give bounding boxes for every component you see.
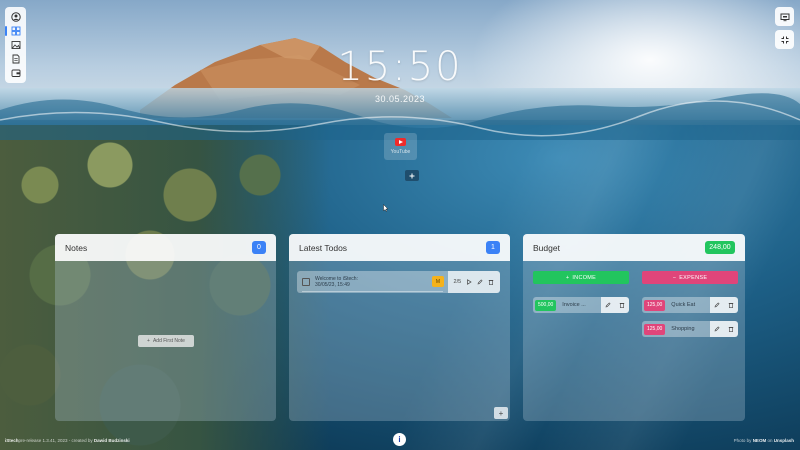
trash-icon[interactable] — [728, 326, 734, 332]
edit-icon[interactable] — [477, 279, 483, 285]
add-expense-button[interactable]: − EXPENSE — [642, 271, 738, 284]
expense-entry[interactable]: 125,00 Quick Eat — [642, 297, 738, 313]
photographer-link[interactable]: NEOM — [753, 438, 767, 443]
sidebar-item-gallery[interactable] — [5, 38, 26, 52]
budget-header: Budget 248,00 — [523, 234, 745, 261]
todo-text: Welcome to iStech: 30/05/23, 15:49 — [315, 276, 358, 289]
photo-site-prefix: on — [767, 438, 773, 443]
sidebar-item-dashboard[interactable] — [5, 24, 26, 38]
expense-entry-body: 125,00 Shopping — [642, 321, 710, 337]
sidebar — [5, 7, 26, 83]
shortcut-youtube[interactable]: YouTube — [384, 133, 417, 160]
expense-name: Quick Eat — [671, 302, 696, 308]
add-first-note-button[interactable]: + Add First Note — [138, 335, 194, 347]
trash-icon[interactable] — [619, 302, 625, 308]
todo-checkbox[interactable] — [302, 278, 310, 286]
todo-actions: 2/5 — [448, 271, 500, 293]
app-logo-glyph: i — [398, 435, 401, 444]
play-icon[interactable] — [466, 279, 472, 285]
add-note-label: Add First Note — [152, 338, 185, 344]
app-logo[interactable]: i — [393, 433, 406, 446]
fullscreen-icon — [781, 36, 788, 43]
photo-credits: Photo by NEOM on Unsplash — [734, 438, 794, 443]
todos-header: Latest Todos 1 — [289, 234, 510, 261]
footer-year: , 2023 - created by — [55, 438, 93, 443]
footer-version: pre-release 1.3.41 — [18, 438, 56, 443]
image-icon — [11, 41, 20, 49]
minus-icon: − — [672, 274, 677, 281]
todo-priority-badge: M — [432, 276, 444, 287]
edit-icon[interactable] — [714, 326, 720, 332]
todo-text-line2: 30/05/23, 15:49 — [315, 282, 350, 288]
income-entry-body: 500,00 Invoice ... — [533, 297, 601, 313]
clock-time: 15:50 — [337, 44, 463, 90]
footer-author-link[interactable]: Dawid Budzinski — [94, 438, 130, 443]
plus-icon: + — [498, 408, 504, 418]
footer-credits: iStechpre-release 1.3.41, 2023 - created… — [5, 438, 130, 443]
dashboard-icon — [11, 26, 20, 36]
income-amount: 500,00 — [535, 299, 557, 311]
add-todo-button[interactable]: + — [494, 407, 508, 419]
fullscreen-button[interactable] — [775, 30, 794, 49]
todos-panel: Latest Todos 1 Welcome to iStech: 30/05/… — [289, 234, 510, 421]
document-icon — [12, 54, 19, 64]
notes-panel: Notes 0 + Add First Note — [55, 234, 276, 421]
budget-title: Budget — [533, 242, 560, 253]
expense-entry-body: 125,00 Quick Eat — [642, 297, 710, 313]
user-circle-icon — [10, 12, 21, 22]
photo-site-link[interactable]: Unsplash — [774, 438, 794, 443]
income-label: INCOME — [572, 274, 597, 281]
todo-item[interactable]: Welcome to iStech: 30/05/23, 15:49 M 2/5 — [297, 271, 502, 293]
screen-button[interactable] — [775, 7, 794, 26]
notes-count-badge: 0 — [252, 241, 266, 254]
footer-app-name: iStech — [5, 438, 19, 443]
youtube-icon — [395, 138, 406, 146]
sidebar-item-wallet[interactable] — [5, 66, 26, 80]
todo-subtask-count: 2/5 — [453, 279, 462, 285]
screen-icon — [780, 13, 789, 21]
add-shortcut-button[interactable] — [405, 170, 419, 181]
add-income-button[interactable]: + INCOME — [533, 271, 629, 284]
income-name: Invoice ... — [562, 302, 586, 308]
expense-entry-actions — [710, 297, 738, 313]
todos-title: Latest Todos — [299, 242, 348, 253]
expense-entry[interactable]: 125,00 Shopping — [642, 321, 738, 337]
todo-item-body[interactable]: Welcome to iStech: 30/05/23, 15:49 M — [297, 271, 448, 293]
plus-icon: + — [565, 274, 570, 281]
plus-icon — [409, 173, 415, 178]
mouse-cursor-icon — [383, 204, 389, 212]
income-entry[interactable]: 500,00 Invoice ... — [533, 297, 629, 313]
income-entry-actions — [601, 297, 629, 313]
expense-name: Shopping — [671, 326, 695, 332]
edit-icon[interactable] — [605, 302, 611, 308]
expense-amount: 125,00 — [644, 323, 666, 335]
trash-icon[interactable] — [488, 279, 494, 285]
budget-panel: Budget 248,00 + INCOME − EXPENSE 500,00 … — [523, 234, 745, 421]
todos-count-badge: 1 — [486, 241, 500, 254]
photo-prefix: Photo by — [733, 438, 752, 443]
budget-total-badge: 248,00 — [705, 241, 735, 254]
sidebar-item-profile[interactable] — [5, 10, 26, 24]
edit-icon[interactable] — [714, 302, 720, 308]
clock-date: 30.05.2023 — [374, 94, 426, 104]
wallet-icon — [11, 69, 20, 77]
trash-icon[interactable] — [728, 302, 734, 308]
sidebar-item-documents[interactable] — [5, 52, 26, 66]
todo-progress-track — [302, 291, 443, 292]
expense-entry-actions — [710, 321, 738, 337]
expense-label: EXPENSE — [679, 274, 708, 281]
expense-amount: 125,00 — [644, 299, 666, 311]
plus-icon: + — [147, 338, 150, 344]
notes-header: Notes 0 — [55, 234, 276, 261]
shortcut-label: YouTube — [390, 149, 411, 155]
notes-title: Notes — [65, 242, 88, 253]
